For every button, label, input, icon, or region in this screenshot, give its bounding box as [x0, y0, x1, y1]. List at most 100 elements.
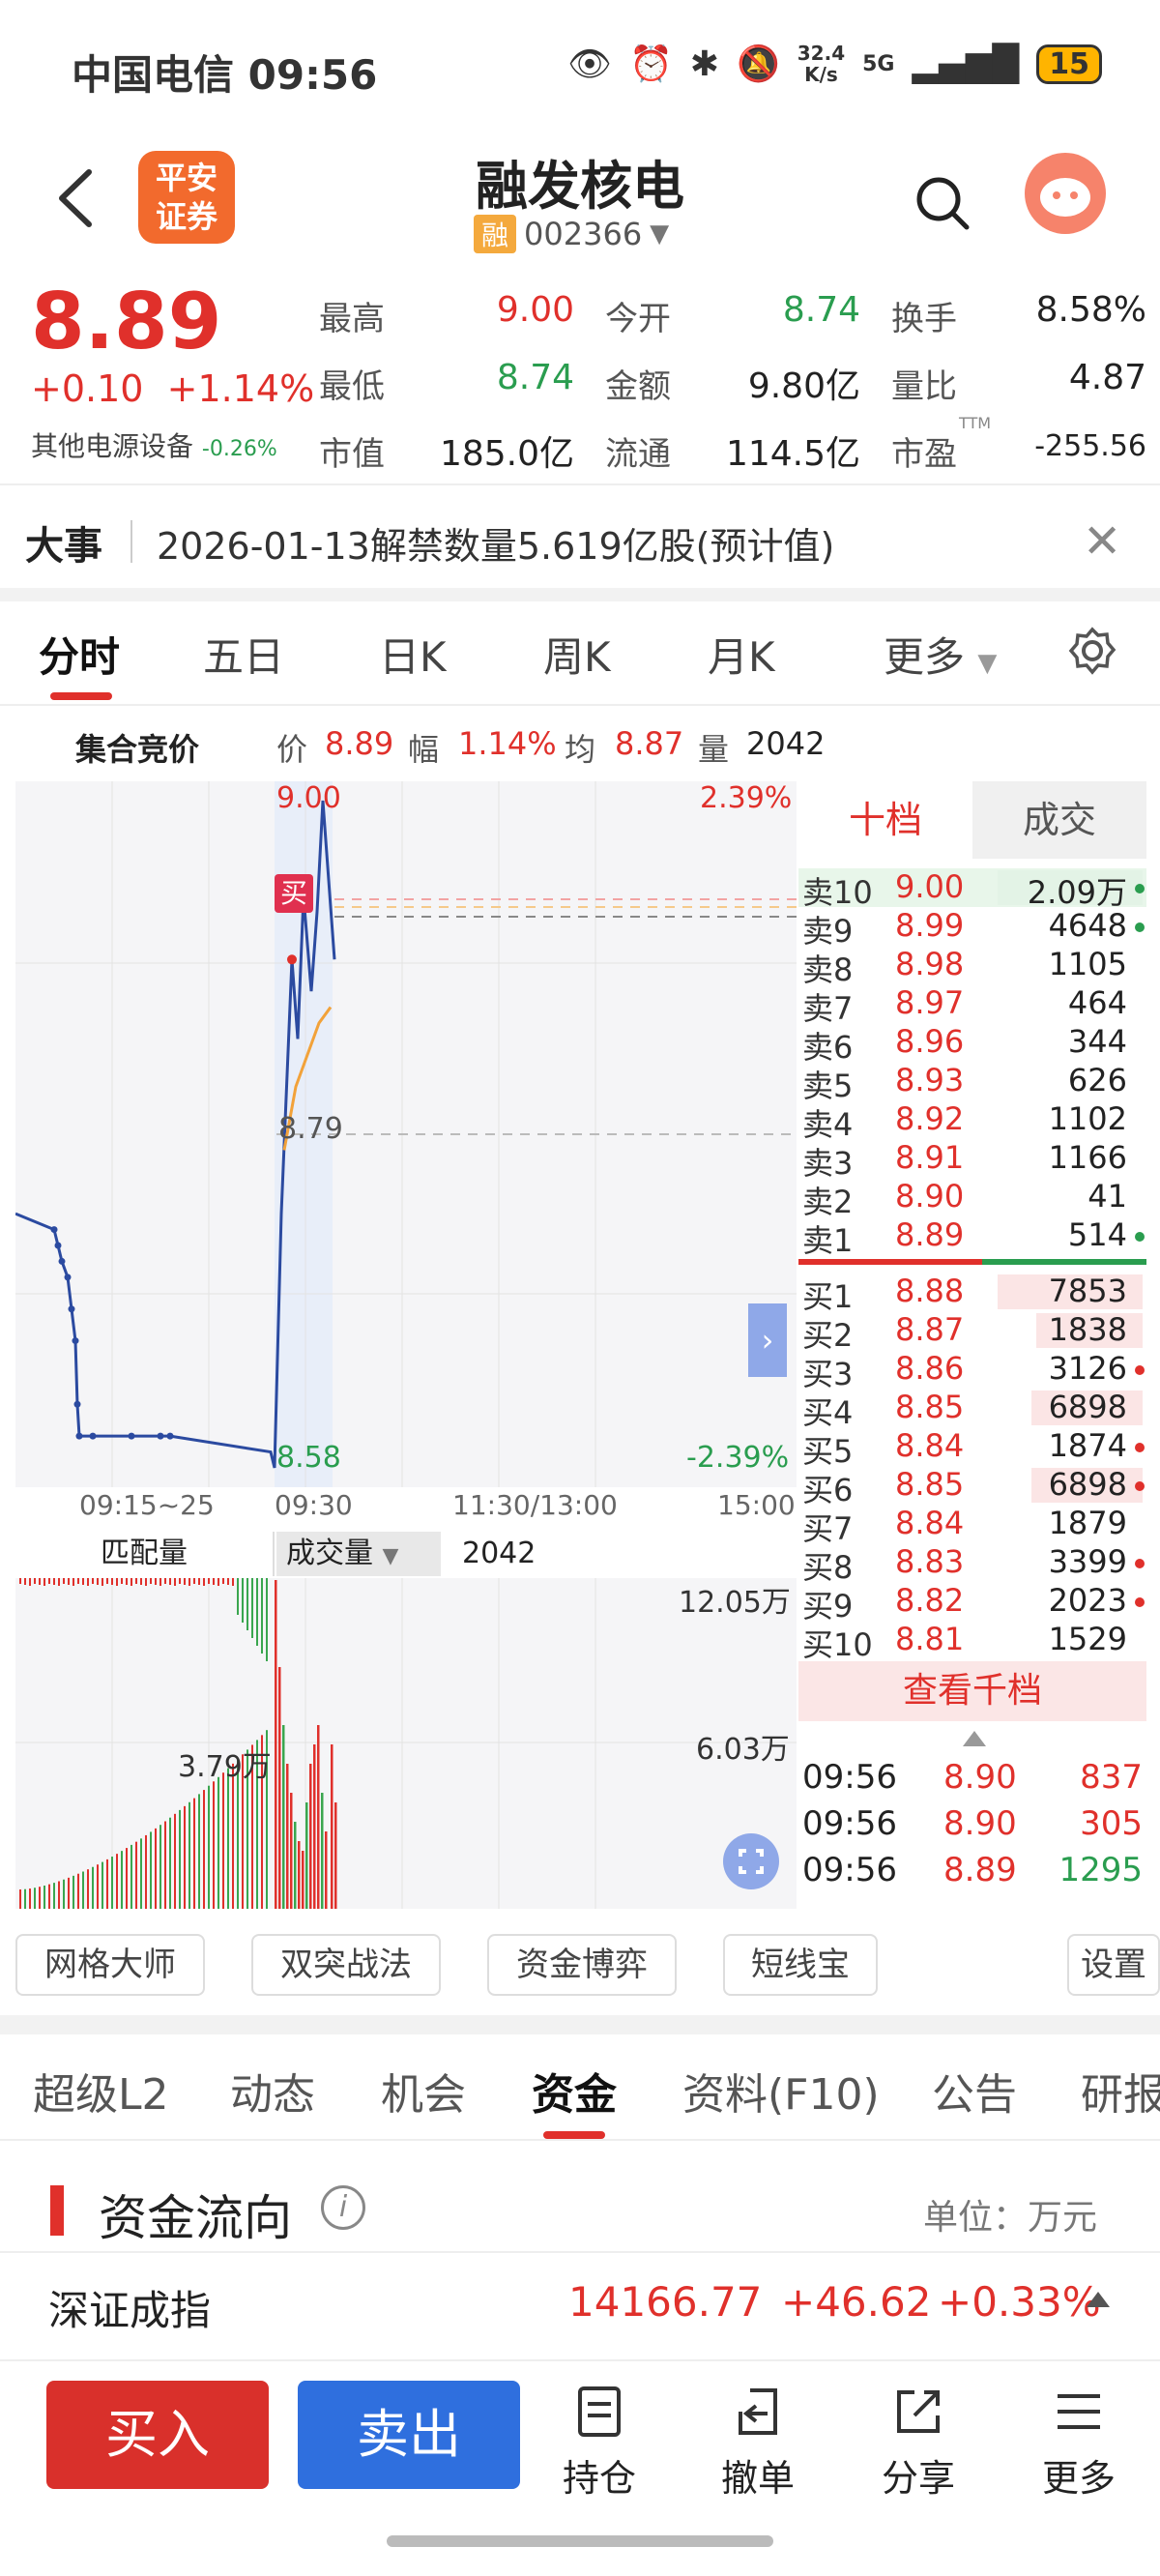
volume-bar [184, 1805, 186, 1909]
tab-announcements[interactable]: 公告 [932, 2060, 1017, 2122]
match-volume-bar [169, 1578, 171, 1585]
tab-intraday[interactable]: 分时 [39, 625, 120, 684]
ask-marker-dot [1135, 1232, 1145, 1242]
tab-weekly-k[interactable]: 周K [543, 625, 611, 684]
stock-code-selector[interactable]: 融 002366 ▼ [474, 215, 669, 253]
top-price-label: 9.00 [276, 781, 341, 815]
ask-row[interactable]: 卖4 8.92 1102 [798, 1100, 1146, 1143]
settings-button[interactable]: 设置 [1067, 1934, 1160, 1996]
pe-value: -255.56 [1034, 429, 1146, 463]
collapse-up-icon[interactable] [963, 1731, 986, 1746]
index-ticker[interactable]: 深证成指 14166.77 +46.62 +0.33% [0, 2251, 1160, 2357]
close-icon[interactable]: ✕ [1083, 514, 1121, 569]
tab-more[interactable]: 更多 ▼ [884, 625, 997, 684]
share-button[interactable]: 分享 [860, 2383, 976, 2502]
trade-row: 09:56 8.89 1295 [798, 1851, 1146, 1897]
bid-price: 8.82 [895, 1582, 965, 1619]
volume-bar [106, 1859, 108, 1909]
price-point [75, 1432, 83, 1440]
bid-row[interactable]: 买7 8.84 1879 [798, 1505, 1146, 1547]
match-volume-bar [102, 1578, 103, 1586]
match-volume-bar [130, 1578, 132, 1586]
grid-master-button[interactable]: 网格大师 [15, 1934, 205, 1996]
ask-row[interactable]: 卖2 8.90 41 [798, 1178, 1146, 1220]
tab-opportunity[interactable]: 机会 [381, 2060, 466, 2122]
bid-row[interactable]: 买9 8.82 2023 [798, 1582, 1146, 1625]
mcap-value: 185.0亿 [439, 434, 574, 474]
fullscreen-icon[interactable] [723, 1833, 779, 1889]
double-breakout-button[interactable]: 双突战法 [251, 1934, 441, 1996]
bid-row[interactable]: 买5 8.84 1874 [798, 1427, 1146, 1470]
bid-row[interactable]: 买3 8.86 3126 [798, 1350, 1146, 1392]
bid-marker-dot [1135, 1443, 1145, 1452]
more-button[interactable]: 更多 [1021, 2383, 1137, 2502]
volume-bar [145, 1834, 147, 1909]
vol-ratio-value: 4.87 [1068, 358, 1146, 397]
info-icon[interactable]: i [321, 2185, 365, 2230]
bid-row[interactable]: 买10 8.81 1529 [798, 1621, 1146, 1663]
book-divider-red [798, 1259, 982, 1265]
match-volume-bar [227, 1578, 229, 1585]
tab-trades[interactable]: 成交 [972, 781, 1146, 859]
short-line-button[interactable]: 短线宝 [723, 1934, 878, 1996]
bid-label: 买10 [802, 1626, 873, 1663]
tab-super-l2[interactable]: 超级L2 [33, 2060, 169, 2122]
ask-price: 8.91 [895, 1139, 965, 1176]
tab-five-day[interactable]: 五日 [203, 625, 284, 684]
expand-arrow-icon[interactable]: › [748, 1303, 787, 1377]
volume-bar [203, 1790, 205, 1909]
event-banner[interactable]: 大事 2026-01-13解禁数量5.619亿股(预计值) ✕ [0, 483, 1160, 590]
detail-tabs: 超级L2 动态 机会 资金 资料(F10) 公告 研报 [0, 2034, 1160, 2141]
sector-info[interactable]: 其他电源设备 -0.26% [31, 425, 277, 464]
current-price: 8.89 [31, 277, 222, 366]
assistant-avatar[interactable] [1025, 153, 1106, 234]
ask-row[interactable]: 卖5 8.93 626 [798, 1062, 1146, 1104]
intraday-chart[interactable]: 9.00 2.39% 8.79 8.58 -2.39% 买 › [15, 781, 797, 1487]
tab-ten-levels[interactable]: 十档 [798, 781, 972, 859]
tab-f10[interactable]: 资料(F10) [682, 2060, 880, 2122]
ask-row[interactable]: 卖8 8.98 1105 [798, 946, 1146, 988]
tab-dynamics[interactable]: 动态 [230, 2060, 315, 2122]
bid-volume: 1874 [1048, 1427, 1127, 1464]
volume-bar [19, 1889, 21, 1909]
bid-row[interactable]: 买8 8.83 3399 [798, 1543, 1146, 1586]
gear-icon[interactable] [1068, 627, 1116, 675]
ask-row[interactable]: 卖6 8.96 344 [798, 1023, 1146, 1066]
fund-game-button[interactable]: 资金博弈 [487, 1934, 677, 1996]
sell-button[interactable]: 卖出 [298, 2381, 520, 2489]
status-bar: 中国电信 09:56 👁 ⏰ ✱ 🔕 32.4 K/s 5G ▂▄▆█ 15 [0, 0, 1160, 135]
ask-row[interactable]: 卖10 9.00 2.09万 [798, 868, 1146, 911]
auction-summary: 集合竞价 价 8.89 幅 1.14% 均 8.87 量 2042 [0, 716, 825, 774]
battery-level: 15 [1036, 44, 1102, 84]
view-thousand-levels-button[interactable]: 查看千档 [798, 1661, 1146, 1721]
ask-row[interactable]: 卖1 8.89 514 [798, 1216, 1146, 1259]
ask-volume: 1166 [1048, 1139, 1127, 1176]
tab-daily-k[interactable]: 日K [379, 625, 447, 684]
bid-row[interactable]: 买1 8.88 7853 [798, 1273, 1146, 1315]
tab-monthly-k[interactable]: 月K [708, 625, 775, 684]
bid-row[interactable]: 买6 8.85 6898 [798, 1466, 1146, 1508]
book-divider-green [982, 1259, 1146, 1265]
position-button[interactable]: 持仓 [541, 2383, 657, 2502]
bid-row[interactable]: 买4 8.85 6898 [798, 1389, 1146, 1431]
cancel-order-button[interactable]: 撤单 [700, 2383, 816, 2502]
ask-row[interactable]: 卖7 8.97 464 [798, 984, 1146, 1027]
bid-row[interactable]: 买2 8.87 1838 [798, 1311, 1146, 1354]
vol-value: 2042 [746, 725, 826, 762]
ask-label: 卖1 [802, 1222, 854, 1259]
match-volume-bar [160, 1578, 161, 1586]
tab-funds[interactable]: 资金 [532, 2060, 617, 2122]
ask-volume: 344 [1067, 1023, 1127, 1060]
bottom-pct-label: -2.39% [686, 1441, 790, 1475]
volume-bar [92, 1866, 94, 1909]
search-icon[interactable] [914, 174, 972, 232]
ask-row[interactable]: 卖3 8.91 1166 [798, 1139, 1146, 1182]
tab-research[interactable]: 研报 [1081, 2060, 1160, 2122]
match-volume-bar [179, 1578, 181, 1584]
ask-price: 8.96 [895, 1023, 965, 1060]
expand-up-icon[interactable] [1087, 2292, 1110, 2307]
volume-dropdown[interactable]: 成交量 ▼ [276, 1532, 441, 1576]
home-indicator[interactable] [387, 2535, 773, 2547]
buy-button[interactable]: 买入 [46, 2381, 269, 2489]
ask-row[interactable]: 卖9 8.99 4648 [798, 907, 1146, 950]
